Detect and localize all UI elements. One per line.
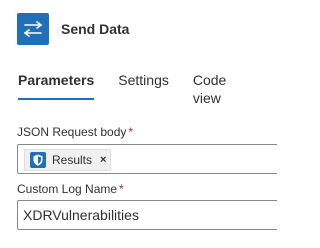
- required-asterisk: *: [119, 182, 124, 196]
- data-operations-icon: [17, 13, 49, 45]
- json-request-body-field[interactable]: Results ×: [17, 144, 277, 174]
- tab-parameters[interactable]: Parameters: [18, 71, 95, 101]
- json-request-body-label: JSON Request body *: [17, 125, 133, 139]
- custom-log-name-label-text: Custom Log Name: [17, 182, 118, 196]
- shield-icon: [30, 152, 46, 168]
- custom-log-name-label: Custom Log Name *: [17, 182, 124, 196]
- custom-log-name-input[interactable]: XDRVulnerabilities: [17, 200, 277, 230]
- tab-bar: Parameters Settings Code view: [18, 71, 270, 106]
- results-token[interactable]: Results ×: [24, 149, 111, 171]
- tab-settings[interactable]: Settings: [118, 71, 169, 101]
- close-icon[interactable]: ×: [100, 154, 106, 166]
- action-panel: Send Data Parameters Settings Code view …: [0, 0, 277, 248]
- token-label: Results: [52, 153, 93, 167]
- action-header: Send Data: [17, 13, 129, 45]
- json-request-body-label-text: JSON Request body: [17, 125, 127, 139]
- required-asterisk: *: [128, 125, 134, 139]
- tab-code-view[interactable]: Code view: [193, 71, 246, 106]
- action-title: Send Data: [61, 21, 130, 37]
